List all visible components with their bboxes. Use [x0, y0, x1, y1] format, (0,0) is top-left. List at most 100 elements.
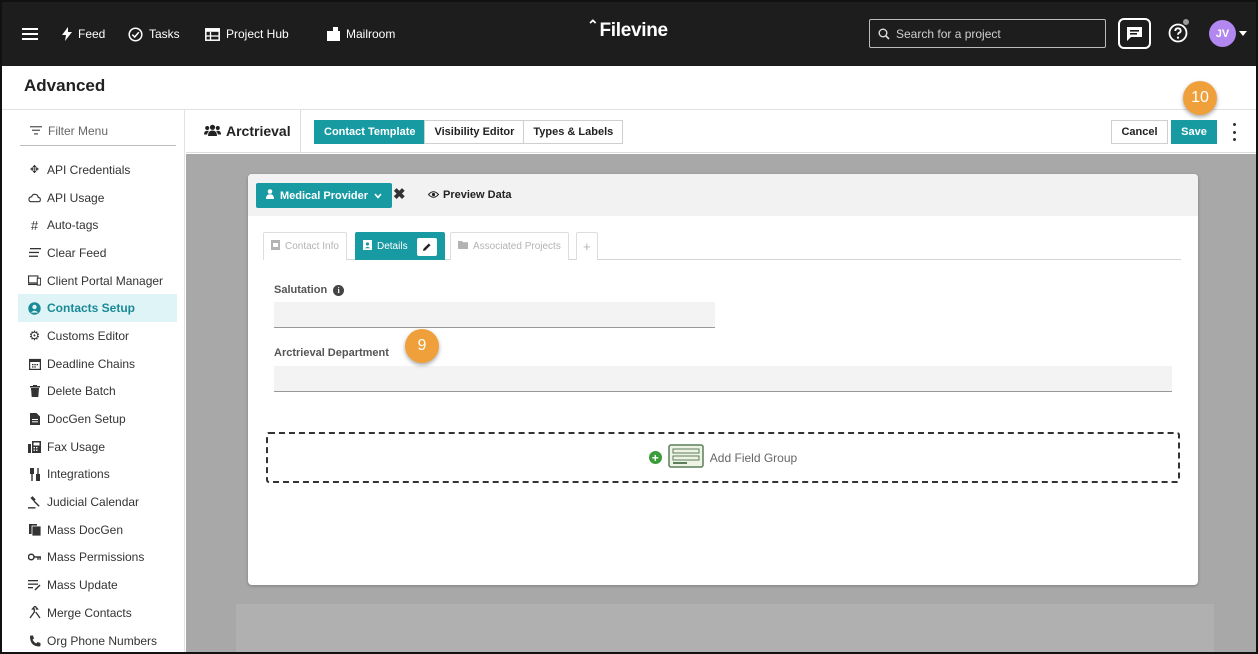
- entity-title: Arctrieval: [204, 123, 291, 139]
- merge-icon: [28, 606, 41, 619]
- fax-icon: [28, 440, 41, 453]
- department-label: Arctrieval Department: [274, 347, 389, 359]
- canvas-background-strip: [236, 604, 1214, 652]
- preview-data-label: Preview Data: [443, 189, 512, 201]
- project-search[interactable]: [869, 19, 1106, 48]
- sidebar-item-label: Mass DocGen: [47, 522, 124, 537]
- chevron-down-icon: [374, 190, 382, 202]
- template-card: Medical Provider ✖ Preview Data Contact …: [248, 174, 1198, 585]
- sidebar-item-mass-update[interactable]: Mass Update: [18, 571, 177, 599]
- add-field-group-label: Add Field Group: [709, 450, 798, 465]
- person-icon: [266, 189, 274, 202]
- id-card-icon: [363, 240, 372, 253]
- users-icon: [204, 123, 221, 139]
- sidebar-item-customs-editor[interactable]: ⚙ Customs Editor: [18, 322, 177, 350]
- sidebar-item-label: Integrations: [47, 467, 110, 482]
- info-icon[interactable]: i: [333, 284, 345, 296]
- sidebar-item-judicial-calendar[interactable]: Judicial Calendar: [18, 488, 177, 516]
- plus-circle-icon: +: [648, 451, 662, 464]
- add-tab-button[interactable]: +: [576, 232, 598, 260]
- edit-lines-icon: [28, 579, 41, 592]
- add-field-group-button[interactable]: + Add Field Group: [266, 432, 1180, 483]
- nav-project-hub-label: Project Hub: [226, 27, 289, 41]
- sidebar-item-integrations[interactable]: Integrations: [18, 461, 177, 489]
- settings-menu: ✥ API Credentials API Usage # Auto-tags Cl…: [18, 156, 177, 652]
- field-group-icon: [668, 444, 704, 471]
- tab-visibility-editor[interactable]: Visibility Editor: [424, 120, 525, 144]
- calendar-icon: [28, 357, 41, 370]
- sidebar-item-label: Client Portal Manager: [47, 273, 164, 288]
- notification-dot: [1182, 18, 1190, 26]
- tab-associated-projects[interactable]: Associated Projects: [450, 232, 569, 260]
- nav-feed[interactable]: Feed: [62, 24, 105, 44]
- nav-mailroom[interactable]: Mailroom: [327, 24, 395, 44]
- sidebar-item-label: Deadline Chains: [47, 356, 136, 371]
- salutation-label-text: Salutation: [274, 284, 328, 296]
- key-icon: [28, 551, 41, 564]
- sidebar-item-label: Clear Feed: [47, 245, 107, 260]
- sidebar-item-org-phone-numbers[interactable]: Org Phone Numbers: [18, 627, 177, 652]
- sidebar-item-delete-batch[interactable]: Delete Batch: [18, 378, 177, 406]
- sidebar-item-contacts-setup[interactable]: Contacts Setup: [18, 294, 177, 323]
- sidebar-item-fax-usage[interactable]: Fax Usage: [18, 433, 177, 461]
- search-input[interactable]: [896, 26, 1096, 41]
- chat-button[interactable]: [1118, 18, 1151, 49]
- nav-feed-label: Feed: [78, 27, 106, 41]
- contact-card-icon: [271, 240, 280, 253]
- trash-icon: [28, 385, 41, 398]
- filter-menu-input[interactable]: Filter Menu: [20, 116, 176, 146]
- sidebar-item-mass-permissions[interactable]: Mass Permissions: [18, 544, 177, 572]
- folder-icon: [458, 241, 468, 252]
- sidebar-item-auto-tags[interactable]: # Auto-tags: [18, 211, 177, 239]
- tab-types-labels[interactable]: Types & Labels: [523, 120, 624, 144]
- eye-icon: [427, 189, 440, 201]
- sidebar-item-docgen-setup[interactable]: DocGen Setup: [18, 405, 177, 433]
- nav-project-hub[interactable]: Project Hub: [205, 24, 289, 44]
- sidebar-item-deadline-chains[interactable]: Deadline Chains: [18, 350, 177, 378]
- move-arrows-icon: ✥: [29, 164, 40, 177]
- contact-type-dropdown[interactable]: Medical Provider: [256, 183, 393, 208]
- pencil-icon[interactable]: [416, 237, 437, 256]
- nav-tasks[interactable]: Tasks: [128, 24, 180, 44]
- check-circle-icon: [128, 26, 143, 42]
- avatar-caret-icon[interactable]: [1239, 31, 1247, 36]
- filter-icon: [30, 124, 42, 138]
- nav-mailroom-label: Mailroom: [346, 27, 396, 41]
- hash-icon: #: [30, 217, 39, 233]
- close-icon[interactable]: ✖: [393, 187, 406, 202]
- tab-contact-template[interactable]: Contact Template: [314, 120, 426, 144]
- user-circle-icon: [28, 302, 41, 315]
- plug-icon: [28, 467, 41, 481]
- chat-icon: [1126, 26, 1143, 42]
- editor-tabs: Contact Template Visibility Editor Types…: [314, 120, 624, 144]
- avatar[interactable]: JV: [1209, 20, 1236, 47]
- filevine-logo[interactable]: ⌃ Filevine: [587, 17, 668, 42]
- sidebar-item-label: Judicial Calendar: [47, 495, 140, 510]
- cog-icon: ⚙: [28, 327, 41, 343]
- cloud-icon: [28, 191, 41, 204]
- documents-icon: [28, 523, 41, 536]
- cancel-button[interactable]: Cancel: [1111, 120, 1168, 144]
- hamburger-menu-icon[interactable]: [22, 24, 38, 44]
- save-button[interactable]: Save: [1171, 120, 1217, 144]
- sidebar-item-merge-contacts[interactable]: Merge Contacts: [18, 599, 177, 627]
- devices-icon: [28, 274, 41, 287]
- sidebar-item-label: Customs Editor: [47, 328, 130, 343]
- sidebar-item-api-credentials[interactable]: ✥ API Credentials: [18, 156, 177, 184]
- app-window: Feed Tasks Project Hub Mailroom ⌃ Filevi…: [0, 0, 1258, 654]
- preview-data-button[interactable]: Preview Data: [427, 189, 512, 201]
- sidebar-item-label: Auto-tags: [47, 218, 99, 233]
- mailbox-icon: [327, 27, 340, 41]
- sidebar-item-api-usage[interactable]: API Usage: [18, 184, 177, 212]
- sidebar-item-mass-docgen[interactable]: Mass DocGen: [18, 516, 177, 544]
- more-options-icon[interactable]: [1230, 123, 1238, 141]
- sidebar-item-label: Mass Permissions: [47, 550, 145, 565]
- sidebar-item-client-portal-manager[interactable]: Client Portal Manager: [18, 267, 177, 295]
- department-field[interactable]: [274, 366, 1172, 392]
- tab-details[interactable]: Details: [355, 232, 445, 260]
- toolbar-divider: [300, 110, 301, 153]
- tab-label: Details: [377, 241, 408, 252]
- salutation-field[interactable]: [274, 302, 715, 328]
- sidebar-item-clear-feed[interactable]: Clear Feed: [18, 239, 177, 267]
- tab-contact-info[interactable]: Contact Info: [263, 232, 347, 260]
